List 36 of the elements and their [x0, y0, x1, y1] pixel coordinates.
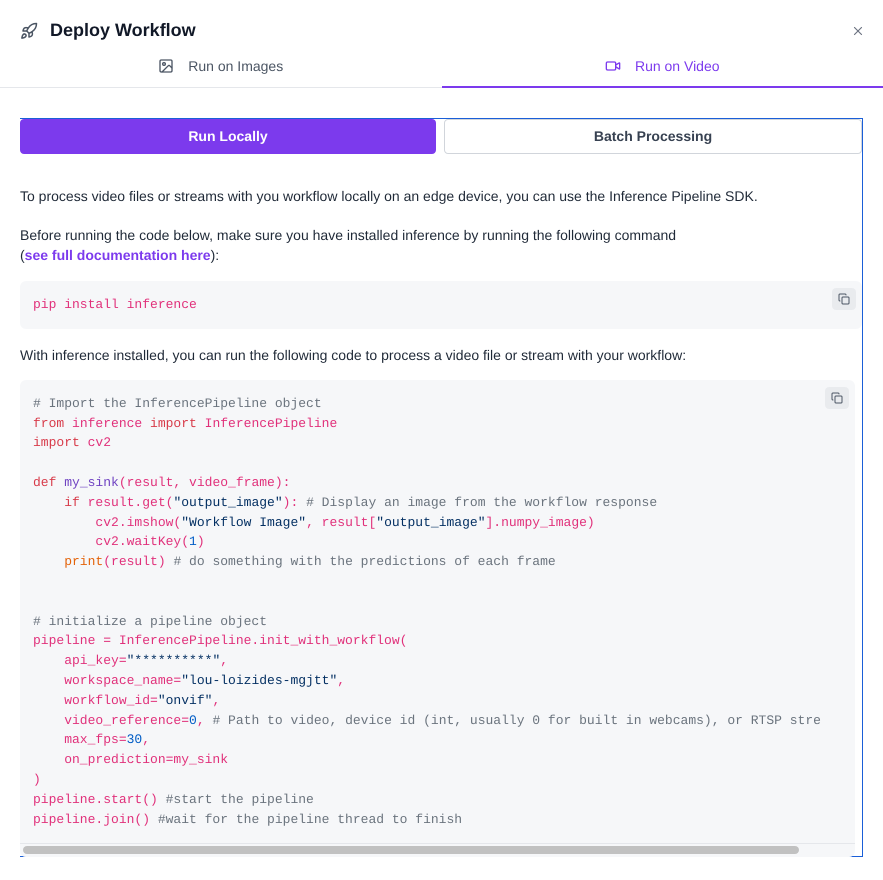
code-line: cv2.waitKey(1): [94, 533, 205, 552]
code-line: pip install inference: [33, 296, 197, 314]
scrollbar-thumb[interactable]: [23, 846, 799, 854]
copy-icon: [831, 392, 843, 404]
rocket-icon: [20, 22, 38, 40]
code-line: ): [33, 770, 41, 789]
code-line: pipeline = InferencePipeline.init_with_workflow(: [33, 632, 408, 650]
install-note: Before running the code below, make sure you have installed inference by running the following command (see full documentation here):: [20, 226, 678, 265]
image-icon: [158, 58, 174, 74]
code-line: video_reference=0, # Path to video, device id (int, usually 0 for built in webcams), or RTSP stre: [63, 712, 821, 730]
documentation-link[interactable]: see full documentation here: [24, 247, 211, 263]
tab[interactable]: Run on Images: [0, 46, 442, 88]
code-line: on_prediction=my_sink: [63, 751, 228, 770]
mode-button[interactable]: Run Locally: [20, 119, 436, 154]
copy-button[interactable]: [832, 288, 856, 310]
code-line: from inference import InferencePipeline: [33, 414, 338, 433]
code-line: def my_sink(result, video_frame):: [33, 474, 290, 492]
code-line: pipeline.start() #start the pipeline: [33, 790, 314, 809]
code-line: workflow_id="onvif",: [63, 692, 220, 710]
dialog-title: Deploy Workflow: [50, 19, 196, 42]
code-line: max_fps=30,: [63, 731, 150, 750]
code-line: # Import the InferencePipeline object: [33, 394, 322, 413]
code-line: pipeline.join() #wait for the pipeline thread to finish: [33, 810, 462, 829]
code-line: import cv2: [33, 434, 112, 452]
intro-text: To process video files or streams with you workflow locally on an edge device, you can use the Inference Pipeline SDK.: [20, 187, 759, 206]
mode-button[interactable]: Batch Processing: [444, 119, 862, 154]
code-line: workspace_name="lou-loizides-mgjtt",: [63, 672, 346, 690]
code-line: if result.get("output_image"): # Display an image from the workflow response: [63, 494, 658, 512]
code-line: cv2.imshow("Workflow Image", result["output_image"].numpy_image): [94, 514, 595, 532]
code-line: print(result) # do something with the predictions of each frame: [63, 553, 556, 572]
copy-icon: [838, 293, 850, 305]
code-line: api_key="**********",: [63, 652, 228, 670]
copy-button[interactable]: [825, 386, 849, 409]
usage-note: With inference installed, you can run the following code to process a video file or stream with your workflow:: [20, 346, 688, 365]
tab[interactable]: Run on Video: [442, 46, 883, 88]
code-line: # initialize a pipeline object: [33, 612, 268, 631]
